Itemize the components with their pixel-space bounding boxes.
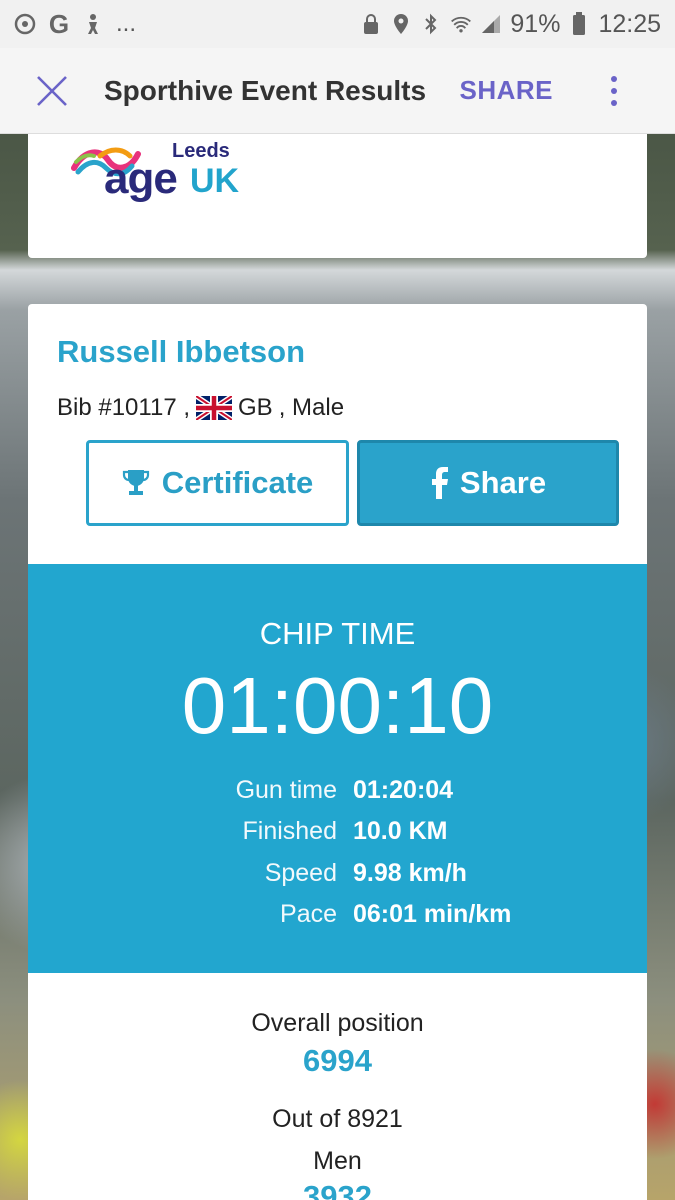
trophy-icon <box>122 470 149 495</box>
more-vertical-icon[interactable] <box>599 75 629 106</box>
share-label: Share <box>459 465 547 500</box>
runner-meta: Bib #10117 , GB , Male <box>57 394 344 422</box>
gender: , Male <box>278 394 345 421</box>
stat-value: 06:01 min/km <box>353 900 512 928</box>
sync-icon <box>14 13 36 35</box>
age-uk-logo: Leeds age UK <box>70 136 270 206</box>
logo-age-text: age <box>104 154 178 203</box>
event-logo-card: Leeds age UK <box>28 134 647 258</box>
app-bar: Sporthive Event Results SHARE <box>0 48 675 134</box>
category-position-value: 3932 <box>303 1179 372 1200</box>
battery-percent: 91% <box>510 9 561 38</box>
stat-row-gun-time: Gun time 01:20:04 <box>28 776 647 816</box>
bluetooth-icon <box>420 13 442 35</box>
stat-label: Finished <box>242 817 338 845</box>
overall-position-value: 6994 <box>303 1043 372 1078</box>
stat-label: Speed <box>264 859 337 887</box>
stat-value: 01:20:04 <box>353 776 454 804</box>
chip-time-label: CHIP TIME <box>259 616 416 651</box>
battery-icon <box>568 12 590 35</box>
close-button[interactable] <box>0 48 104 134</box>
stat-label: Gun time <box>235 776 337 804</box>
stat-label: Pace <box>280 900 337 928</box>
stat-row-speed: Speed 9.98 km/h <box>28 859 647 899</box>
certificate-button[interactable]: Certificate <box>86 440 349 526</box>
chip-time-value: 01:00:10 <box>181 661 494 750</box>
google-icon: G <box>48 8 70 39</box>
logo-uk-text: UK <box>190 162 240 200</box>
logo-leeds-text: Leeds <box>172 140 230 162</box>
app-title: Sporthive Event Results <box>104 74 427 106</box>
stat-value: 9.98 km/h <box>353 859 467 887</box>
runner-name: Russell Ibbetson <box>57 334 306 369</box>
wifi-icon <box>450 13 472 35</box>
certificate-label: Certificate <box>161 465 314 500</box>
stat-row-finished: Finished 10.0 KM <box>28 817 647 857</box>
out-of-total: Out of 8921 <box>272 1105 403 1133</box>
overall-position-label: Overall position <box>251 1009 424 1037</box>
chip-time-panel: CHIP TIME 01:00:10 Gun time 01:20:04 Fin… <box>28 564 647 973</box>
position-section: Overall position 6994 Out of 8921 Men 39… <box>28 973 647 1200</box>
lock-icon <box>360 13 382 35</box>
category-label: Men <box>313 1147 362 1175</box>
stat-value: 10.0 KM <box>353 817 448 845</box>
share-link[interactable]: SHARE <box>459 75 553 106</box>
overflow-dots: ... <box>116 10 137 37</box>
clock: 12:25 <box>598 9 661 38</box>
runner-result-card: Russell Ibbetson Bib #10117 , GB , Male … <box>28 304 647 1200</box>
uk-flag-icon <box>196 396 232 420</box>
country-code: GB <box>238 394 273 421</box>
stat-row-pace: Pace 06:01 min/km <box>28 900 647 940</box>
facebook-icon <box>431 467 448 499</box>
person-icon <box>82 13 104 35</box>
close-icon <box>37 75 67 106</box>
status-bar: G ... 91% 12:25 <box>0 0 675 48</box>
signal-icon <box>480 13 502 35</box>
bib-number: Bib #10117 , <box>57 394 190 421</box>
location-icon <box>390 13 412 35</box>
facebook-share-button[interactable]: Share <box>357 440 619 526</box>
